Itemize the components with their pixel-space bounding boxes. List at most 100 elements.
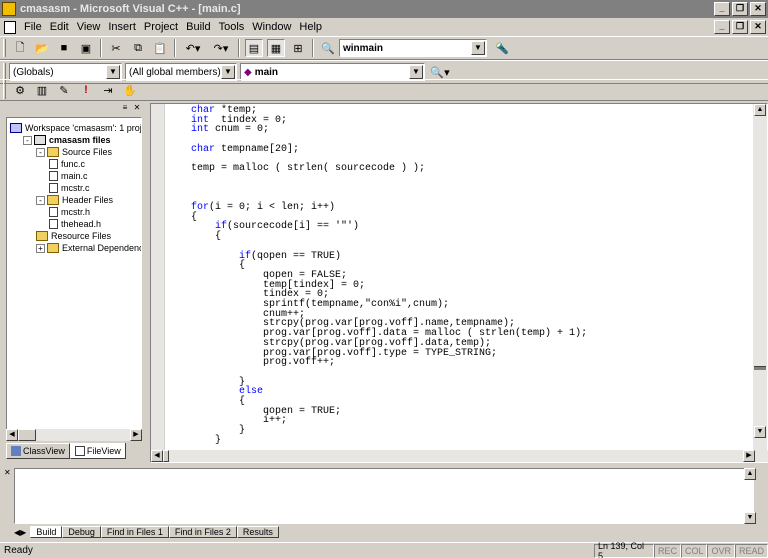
tab-scroll-icon[interactable]: ◀▶: [14, 528, 26, 537]
find-icon[interactable]: 🔦: [493, 39, 511, 57]
redo-icon[interactable]: ↷▾: [209, 39, 233, 57]
code-line[interactable]: }: [191, 435, 221, 446]
tree-item[interactable]: main.c: [49, 170, 88, 182]
scroll-down-icon[interactable]: ▼: [754, 426, 766, 438]
menu-tools[interactable]: Tools: [215, 21, 249, 33]
open-icon[interactable]: 📂: [33, 39, 51, 57]
separator: [174, 39, 176, 57]
tree-item[interactable]: - Header Files: [36, 194, 113, 206]
tree-item[interactable]: Resource Files: [36, 230, 111, 242]
scroll-thumb[interactable]: [18, 429, 36, 441]
close-button[interactable]: ✕: [750, 2, 766, 16]
code-editor[interactable]: char *temp; int tindex = 0; int cnum = 0; c…: [150, 103, 768, 463]
execute-icon[interactable]: !: [77, 81, 95, 99]
tree-item[interactable]: thehead.h: [49, 218, 101, 230]
file-tree[interactable]: Workspace 'cmasasm': 1 project(s)-cmasas…: [6, 117, 142, 431]
scroll-right-icon[interactable]: ▶: [130, 429, 142, 441]
doc-restore-button[interactable]: ❐: [732, 20, 748, 34]
menu-help[interactable]: Help: [295, 21, 326, 33]
save-all-icon[interactable]: ▣: [77, 39, 95, 57]
selection-margin[interactable]: [151, 104, 165, 450]
expand-icon[interactable]: +: [36, 243, 45, 253]
tree-item[interactable]: func.c: [49, 158, 85, 170]
window-list-icon[interactable]: ⊞: [289, 39, 307, 57]
menu-view[interactable]: View: [73, 21, 105, 33]
scroll-up-icon[interactable]: ▲: [754, 104, 766, 116]
function-icon: ◆: [244, 66, 252, 78]
cut-icon[interactable]: ✂: [107, 39, 125, 57]
output-text-area[interactable]: [14, 468, 754, 524]
compile-icon[interactable]: ⚙: [11, 81, 29, 99]
workspace-window-icon[interactable]: ▤: [245, 39, 263, 57]
breakpoint-icon[interactable]: ✋: [121, 81, 139, 99]
tab-build[interactable]: Build: [30, 526, 63, 538]
tab-find-in-files-2[interactable]: Find in Files 2: [168, 526, 237, 538]
scroll-right-icon[interactable]: ▶: [743, 450, 755, 462]
scroll-thumb[interactable]: [163, 450, 169, 462]
output-window-icon[interactable]: ▦: [267, 39, 285, 57]
go-icon[interactable]: ⇥: [99, 81, 117, 99]
chevron-down-icon[interactable]: ▼: [471, 41, 485, 55]
copy-icon[interactable]: ⧉: [129, 39, 147, 57]
menu-project[interactable]: Project: [140, 21, 182, 33]
code-line[interactable]: char tempname[20];: [191, 144, 299, 155]
tree-horizontal-scrollbar[interactable]: ◀ ▶: [6, 429, 142, 441]
toolbar-grip[interactable]: [3, 39, 6, 57]
tree-item[interactable]: + External Dependencies: [36, 242, 141, 254]
tree-item[interactable]: Workspace 'cmasasm': 1 project(s): [10, 122, 141, 134]
document-icon[interactable]: [4, 20, 16, 34]
app-icon[interactable]: [2, 2, 16, 16]
tab-fileview[interactable]: FileView: [69, 443, 126, 459]
build-icon[interactable]: ▥: [33, 81, 51, 99]
doc-minimize-button[interactable]: _: [714, 20, 730, 34]
tree-item[interactable]: mcstr.h: [49, 206, 90, 218]
output-close-icon[interactable]: ✕: [4, 468, 11, 477]
tree-item-label: mcstr.h: [61, 207, 91, 217]
collapse-icon[interactable]: -: [23, 135, 32, 145]
tree-item-label: func.c: [61, 159, 86, 169]
chevron-down-icon[interactable]: ▼: [106, 65, 120, 79]
code-line[interactable]: for(i = 0; i < len; i++): [191, 203, 335, 213]
tree-item[interactable]: mcstr.c: [49, 182, 90, 194]
scroll-left-icon[interactable]: ◀: [151, 450, 163, 462]
tab-results[interactable]: Results: [236, 526, 279, 538]
chevron-down-icon[interactable]: ▼: [221, 65, 235, 79]
tab-classview[interactable]: ClassView: [6, 443, 70, 459]
toolbar-grip[interactable]: [3, 81, 6, 99]
collapse-icon[interactable]: -: [36, 195, 45, 205]
scroll-up-icon[interactable]: ▲: [744, 468, 756, 480]
save-icon[interactable]: ■: [55, 39, 73, 57]
code-line[interactable]: int cnum = 0;: [191, 125, 269, 135]
tree-item[interactable]: - cmasasm files: [23, 134, 111, 146]
tree-item[interactable]: - Source Files: [36, 146, 112, 158]
tab-find-in-files-1[interactable]: Find in Files 1: [100, 526, 169, 538]
find-in-files-icon[interactable]: 🔍: [319, 39, 337, 57]
menu-build[interactable]: Build: [182, 21, 214, 33]
code-line[interactable]: prog.voff++;: [191, 358, 335, 368]
paste-icon[interactable]: 📋: [151, 39, 169, 57]
scroll-left-icon[interactable]: ◀: [6, 429, 18, 441]
menu-edit[interactable]: Edit: [46, 21, 73, 33]
tab-debug[interactable]: Debug: [62, 526, 101, 538]
scroll-down-icon[interactable]: ▼: [744, 512, 756, 524]
code-line[interactable]: temp = malloc ( strlen( sourcecode ) );: [191, 164, 425, 174]
menu-insert[interactable]: Insert: [104, 21, 140, 33]
doc-close-button[interactable]: ✕: [750, 20, 766, 34]
panel-close-icon[interactable]: ✕: [132, 103, 142, 113]
chevron-down-icon[interactable]: ▼: [409, 65, 423, 79]
menu-file[interactable]: File: [20, 21, 46, 33]
stop-build-icon[interactable]: ✎: [55, 81, 73, 99]
minimize-button[interactable]: _: [714, 2, 730, 16]
menu-window[interactable]: Window: [248, 21, 295, 33]
collapse-icon[interactable]: -: [36, 147, 45, 157]
restore-button[interactable]: ❐: [732, 2, 748, 16]
find-combo[interactable]: winmain ▼: [339, 39, 487, 57]
editor-horizontal-scrollbar[interactable]: ◀ ▶: [151, 450, 768, 462]
new-text-file-icon[interactable]: 🗋: [11, 39, 29, 57]
undo-icon[interactable]: ↶▾: [181, 39, 205, 57]
code-line[interactable]: {: [191, 232, 221, 242]
code-area[interactable]: char *temp; int tindex = 0; int cnum = 0; c…: [191, 104, 751, 450]
panel-grip[interactable]: ≡: [120, 103, 130, 113]
editor-vertical-scrollbar[interactable]: ▲ ▼: [753, 104, 767, 450]
window-title: cmasasm - Microsoft Visual C++ - [main.c…: [20, 3, 241, 15]
